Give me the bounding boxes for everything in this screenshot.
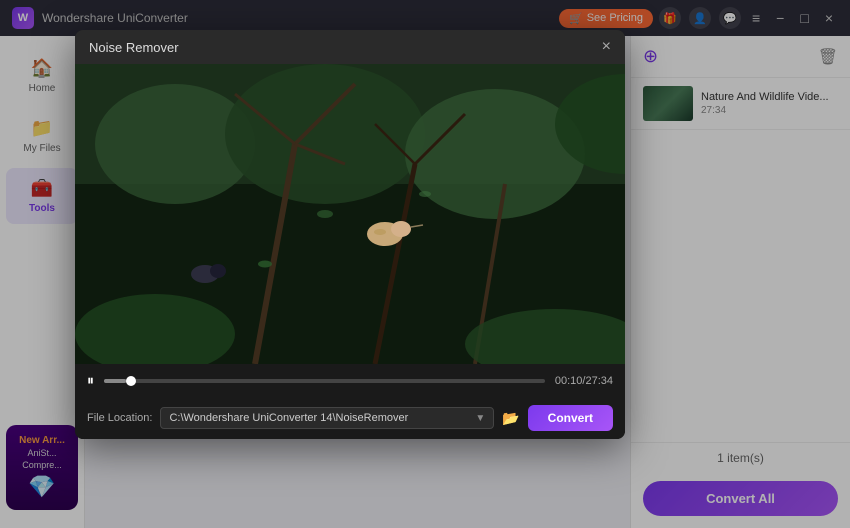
convert-button[interactable]: Convert xyxy=(528,405,613,431)
progress-thumb xyxy=(126,376,136,386)
progress-bar[interactable] xyxy=(104,379,545,383)
video-scene xyxy=(75,64,625,364)
dropdown-arrow-icon: ▼ xyxy=(475,413,485,424)
progress-fill xyxy=(104,379,126,383)
dialog-close-button[interactable]: × xyxy=(602,38,611,56)
dialog-title: Noise Remover xyxy=(89,40,179,55)
nature-scene-svg xyxy=(75,64,625,364)
noise-dialog: Noise Remover × xyxy=(75,30,625,439)
pause-button[interactable]: ⏸ xyxy=(87,372,94,389)
file-location-label: File Location: xyxy=(87,412,152,424)
time-display: 00:10/27:34 xyxy=(555,375,613,387)
file-location-input[interactable]: C:\Wondershare UniConverter 14\NoiseRemo… xyxy=(160,407,494,429)
file-path-text: C:\Wondershare UniConverter 14\NoiseRemo… xyxy=(169,412,408,424)
dialog-title-bar: Noise Remover × xyxy=(75,30,625,64)
playback-controls: ⏸ 00:10/27:34 xyxy=(75,364,625,397)
video-preview xyxy=(75,64,625,364)
file-location-row: File Location: C:\Wondershare UniConvert… xyxy=(75,397,625,439)
folder-browse-icon[interactable]: 📂 xyxy=(502,410,519,427)
app-container: W Wondershare UniConverter 🛒 See Pricing… xyxy=(0,0,850,528)
